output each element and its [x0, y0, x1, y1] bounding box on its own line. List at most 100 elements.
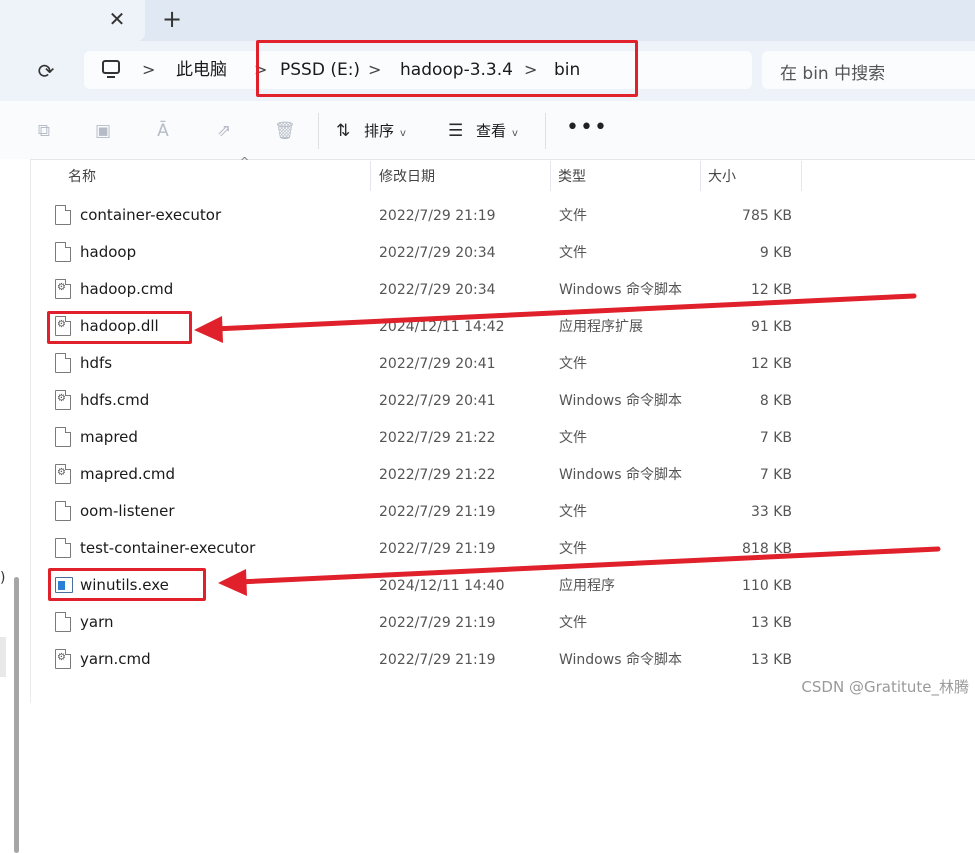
sort-label: 排序	[364, 122, 395, 140]
file-icon	[55, 612, 71, 632]
file-type: Windows 命令脚本	[559, 393, 682, 409]
file-icon	[55, 427, 71, 447]
file-modified: 2022/7/29 21:19	[379, 541, 496, 557]
file-name: hdfs.cmd	[80, 391, 150, 409]
toolbar-divider	[545, 113, 546, 149]
delete-icon[interactable]: 🗑	[274, 121, 296, 141]
file-modified: 2022/7/29 21:19	[379, 615, 496, 631]
file-name: mapred	[80, 428, 138, 446]
toolbar-divider	[318, 113, 319, 149]
share-icon[interactable]: ⇗	[214, 121, 234, 141]
file-name: container-executor	[80, 206, 222, 224]
file-name: hadoop.cmd	[80, 280, 174, 298]
chevron-right-icon[interactable]: >	[142, 59, 155, 81]
file-size: 91 KB	[750, 319, 792, 335]
file-name: oom-listener	[80, 502, 175, 520]
column-divider[interactable]	[700, 161, 701, 191]
file-row[interactable]: hdfs 2022/7/29 20:41 文件 12 KB	[30, 345, 975, 382]
more-icon[interactable]: •••	[566, 117, 608, 139]
paste-icon[interactable]: ▣	[93, 121, 113, 141]
path-highlight-box	[256, 40, 638, 97]
view-label: 查看	[476, 122, 507, 140]
column-header-type[interactable]: 类型	[558, 166, 586, 186]
rename-icon[interactable]: Ā	[153, 121, 173, 141]
nav-pane-scroll-track	[0, 637, 6, 677]
file-row[interactable]: yarn.cmd 2022/7/29 21:19 Windows 命令脚本 13…	[30, 641, 975, 678]
copy-icon[interactable]: ⧉	[34, 121, 54, 141]
file-row[interactable]: hdfs.cmd 2022/7/29 20:41 Windows 命令脚本 8 …	[30, 382, 975, 419]
file-modified: 2022/7/29 21:19	[379, 504, 496, 520]
file-modified: 2022/7/29 20:41	[379, 356, 496, 372]
sort-button[interactable]: ⇅ 排序 v	[336, 120, 406, 145]
file-size: 110 KB	[742, 578, 792, 594]
search-input[interactable]: 在 bin 中搜索	[762, 51, 975, 89]
file-modified: 2022/7/29 20:34	[379, 282, 496, 298]
file-type: Windows 命令脚本	[559, 652, 682, 668]
column-divider[interactable]	[550, 161, 551, 191]
sort-ascending-icon: ^	[240, 155, 250, 168]
file-size: 12 KB	[750, 356, 792, 372]
file-modified: 2022/7/29 20:41	[379, 393, 496, 409]
file-type: Windows 命令脚本	[559, 282, 682, 298]
computer-icon[interactable]	[102, 60, 120, 78]
file-size: 13 KB	[750, 652, 792, 668]
file-row[interactable]: oom-listener 2022/7/29 21:19 文件 33 KB	[30, 493, 975, 530]
nav-pane-scrollbar[interactable]	[14, 577, 19, 853]
file-modified: 2024/12/11 14:40	[379, 578, 505, 594]
file-row[interactable]: hadoop.cmd 2022/7/29 20:34 Windows 命令脚本 …	[30, 271, 975, 308]
file-name: yarn.cmd	[80, 650, 151, 668]
file-icon	[55, 205, 71, 225]
refresh-icon[interactable]: ⟳	[34, 59, 58, 83]
column-divider[interactable]	[370, 161, 371, 191]
file-size: 785 KB	[742, 208, 792, 224]
breadcrumb-this-pc[interactable]: 此电脑	[176, 59, 227, 81]
tab-bar: ✕ +	[0, 0, 975, 41]
column-header-name[interactable]: 名称	[68, 166, 96, 186]
navigation-pane-edge: )	[0, 159, 31, 853]
file-modified: 2022/7/29 21:19	[379, 208, 496, 224]
file-name: hadoop	[80, 243, 137, 261]
column-header-modified[interactable]: 修改日期	[379, 166, 435, 186]
file-row[interactable]: hadoop 2022/7/29 20:34 文件 9 KB	[30, 234, 975, 271]
file-icon	[55, 242, 71, 262]
script-file-icon	[55, 390, 71, 410]
active-tab[interactable]: ✕	[0, 0, 145, 41]
file-icon	[55, 353, 71, 373]
column-header-size[interactable]: 大小	[708, 166, 736, 186]
file-type: 文件	[559, 208, 587, 224]
file-name: yarn	[80, 613, 114, 631]
column-divider[interactable]	[801, 161, 802, 191]
file-row[interactable]: yarn 2022/7/29 21:19 文件 13 KB	[30, 604, 975, 641]
file-type: 应用程序扩展	[559, 319, 643, 335]
sort-icon: ⇅	[336, 121, 351, 141]
file-name: mapred.cmd	[80, 465, 176, 483]
watermark: CSDN @Gratitute_林腾	[801, 678, 969, 696]
file-name: hdfs	[80, 354, 113, 372]
file-type: Windows 命令脚本	[559, 467, 682, 483]
new-tab-icon[interactable]: +	[160, 7, 184, 32]
file-row[interactable]: container-executor 2022/7/29 21:19 文件 78…	[30, 197, 975, 234]
script-file-icon	[55, 649, 71, 669]
file-row[interactable]: mapred 2022/7/29 21:22 文件 7 KB	[30, 419, 975, 456]
file-row[interactable]: test-container-executor 2022/7/29 21:19 …	[30, 530, 975, 567]
file-size: 818 KB	[742, 541, 792, 557]
script-file-icon	[55, 464, 71, 484]
file-name: test-container-executor	[80, 539, 256, 557]
file-type: 文件	[559, 504, 587, 520]
file-type: 文件	[559, 356, 587, 372]
hadoop-dll-highlight-box	[47, 311, 192, 344]
view-button[interactable]: ☰ 查看 v	[448, 120, 518, 145]
chevron-down-icon: v	[400, 128, 406, 139]
file-type: 应用程序	[559, 578, 615, 594]
file-icon	[55, 501, 71, 521]
file-type: 文件	[559, 430, 587, 446]
file-size: 7 KB	[759, 430, 792, 446]
script-file-icon	[55, 279, 71, 299]
file-modified: 2022/7/29 21:19	[379, 652, 496, 668]
close-tab-icon[interactable]: ✕	[106, 8, 128, 30]
file-type: 文件	[559, 245, 587, 261]
file-size: 12 KB	[750, 282, 792, 298]
file-row[interactable]: mapred.cmd 2022/7/29 21:22 Windows 命令脚本 …	[30, 456, 975, 493]
file-modified: 2022/7/29 20:34	[379, 245, 496, 261]
file-size: 13 KB	[750, 615, 792, 631]
